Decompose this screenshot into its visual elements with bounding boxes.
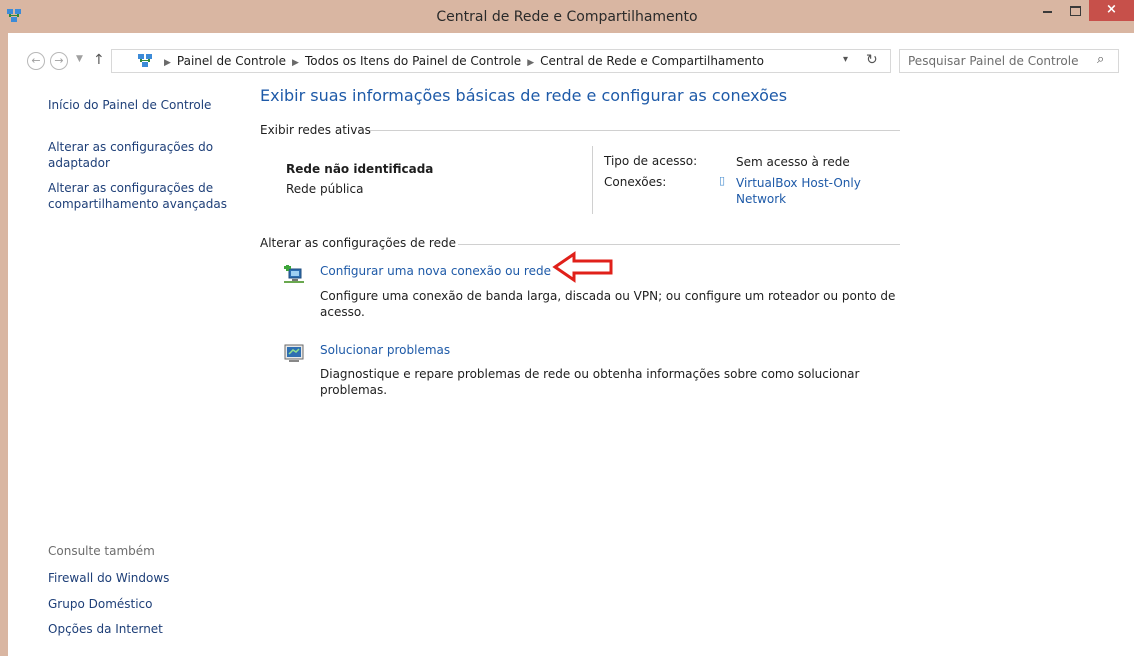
sidebar-link-advanced-sharing[interactable]: Alterar as configurações de compartilham… (48, 180, 233, 212)
setup-new-connection-description: Configure uma conexão de banda larga, di… (320, 288, 900, 320)
search-placeholder: Pesquisar Painel de Controle (908, 54, 1079, 68)
sidebar-link-homegroup[interactable]: Grupo Doméstico (48, 596, 153, 612)
chevron-right-icon[interactable]: ▶ (292, 58, 299, 68)
address-dropdown-icon[interactable]: ▾ (843, 54, 848, 65)
up-arrow-icon[interactable]: ↑ (93, 52, 105, 68)
setup-new-connection-link[interactable]: Configurar uma nova conexão ou rede (320, 264, 551, 278)
sidebar-link-firewall[interactable]: Firewall do Windows (48, 570, 169, 586)
change-settings-heading: Alterar as configurações de rede (260, 236, 456, 250)
network-category-link[interactable]: Rede pública (286, 182, 363, 196)
sidebar-link-home[interactable]: Início do Painel de Controle (48, 97, 211, 113)
search-input[interactable]: Pesquisar Painel de Controle ⌕ (899, 49, 1119, 73)
breadcrumb-item-painel-de-controle[interactable]: Painel de Controle (177, 54, 286, 68)
connections-label: Conexões: (604, 175, 667, 189)
troubleshoot-icon (284, 344, 304, 362)
refresh-icon[interactable]: ↻ (866, 52, 878, 68)
connection-link[interactable]: VirtualBox Host-Only Network (736, 175, 861, 207)
window-frame-left (0, 33, 8, 656)
close-icon: × (1106, 2, 1117, 17)
ethernet-adapter-icon: ▯ (719, 174, 726, 187)
window-title: Central de Rede e Compartilhamento (436, 9, 698, 25)
back-arrow-icon[interactable]: ← (27, 52, 45, 70)
title-bar: Central de Rede e Compartilhamento × (0, 0, 1134, 33)
control-panel-network-icon (138, 54, 152, 67)
access-type-value: Sem acesso à rede (736, 155, 850, 169)
description-line: problemas. (320, 383, 388, 397)
page-title: Exibir suas informações básicas de rede … (260, 86, 788, 105)
connection-link-line1: VirtualBox Host-Only (736, 176, 861, 190)
minimize-button[interactable] (1034, 0, 1060, 21)
sidebar-link-internet-options[interactable]: Opções da Internet (48, 621, 163, 637)
description-line: acesso. (320, 305, 365, 319)
new-connection-icon (284, 265, 304, 283)
recent-pages-dropdown-icon[interactable]: ▼ (76, 54, 83, 64)
breadcrumb[interactable]: ▶ Painel de Controle ▶ Todos os Itens do Pa… (111, 49, 891, 73)
divider (458, 244, 900, 245)
access-type-label: Tipo de acesso: (604, 154, 698, 168)
breadcrumb-path: ▶ Painel de Controle ▶ Todos os Itens do Pa… (158, 54, 764, 68)
red-arrow-annotation-icon (552, 251, 613, 283)
forward-arrow-icon[interactable]: → (50, 52, 68, 70)
active-networks-heading: Exibir redes ativas (260, 123, 371, 137)
connection-link-line2: Network (736, 192, 787, 206)
description-line: Configure uma conexão de banda larga, di… (320, 289, 896, 303)
vertical-divider (592, 146, 593, 214)
chevron-right-icon[interactable]: ▶ (527, 58, 534, 68)
network-name: Rede não identificada (286, 162, 434, 176)
troubleshoot-link[interactable]: Solucionar problemas (320, 343, 450, 357)
breadcrumb-item-todos-os-itens[interactable]: Todos os Itens do Painel de Controle (305, 54, 521, 68)
see-also-heading: Consulte também (48, 544, 155, 558)
divider (370, 130, 900, 131)
breadcrumb-item-central-de-rede[interactable]: Central de Rede e Compartilhamento (540, 54, 764, 68)
close-button[interactable]: × (1089, 0, 1134, 21)
sidebar-link-adapter-settings[interactable]: Alterar as configurações do adaptador (48, 139, 223, 171)
chevron-right-icon[interactable]: ▶ (164, 58, 171, 68)
maximize-button[interactable] (1062, 0, 1088, 21)
search-icon[interactable]: ⌕ (1097, 52, 1104, 67)
description-line: Diagnostique e repare problemas de rede … (320, 367, 860, 381)
troubleshoot-description: Diagnostique e repare problemas de rede … (320, 366, 900, 398)
